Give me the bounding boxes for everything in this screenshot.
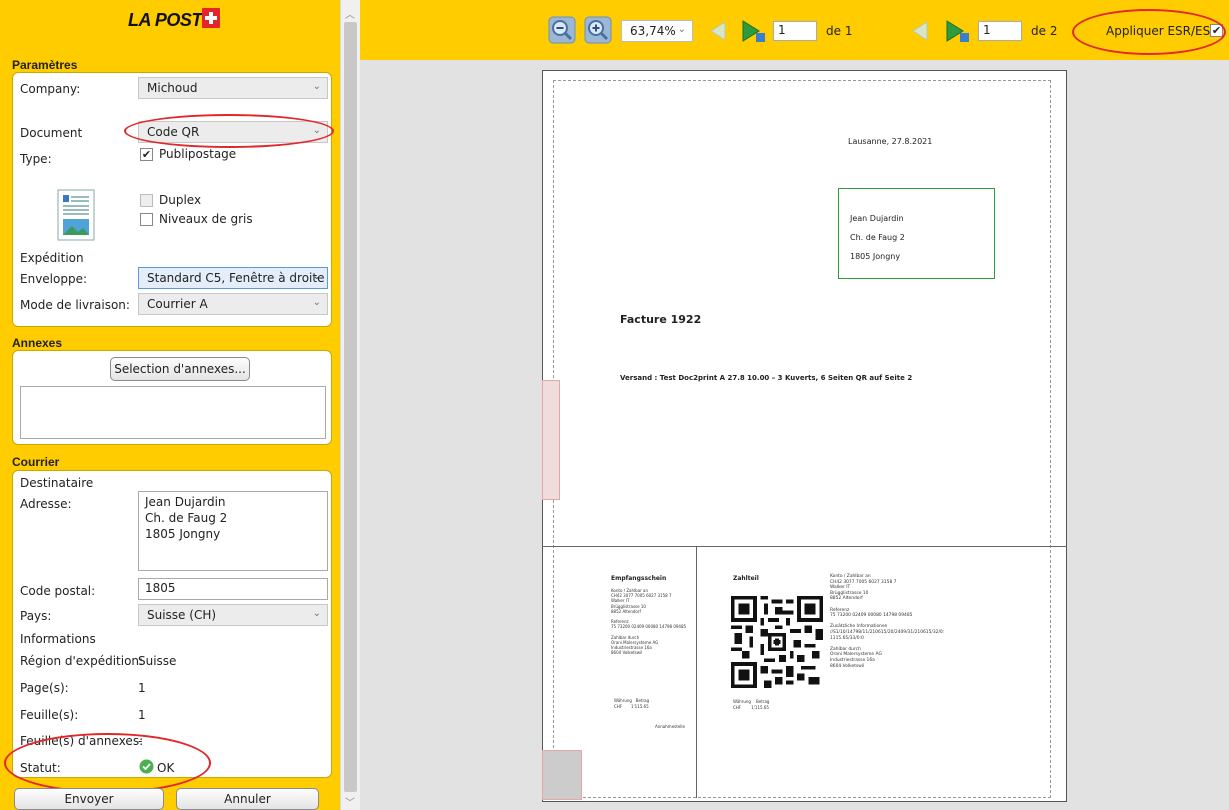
enveloppe-label: Enveloppe:: [20, 272, 88, 286]
qr-slip-separator: [542, 546, 1067, 547]
margin-marker-bottom: [542, 750, 582, 800]
niveaux-de-gris-label: Niveaux de gris: [159, 212, 253, 226]
adresse-label: Adresse:: [20, 497, 72, 511]
la-poste-cross-logo: [202, 8, 220, 28]
qr-slip-vertical-separator: [696, 546, 697, 798]
destinataire-label: Destinataire: [20, 476, 94, 490]
expedition-label: Expédition: [20, 251, 84, 265]
payment-details: Konto / Zahlbar an CH42 3077 7005 6027 3…: [830, 574, 945, 669]
company-select[interactable]: Michoud ⌄: [138, 77, 328, 99]
envoyer-button[interactable]: Envoyer: [14, 788, 164, 810]
left-panel-scrollbar[interactable]: ︿ ﹀: [340, 0, 360, 810]
region-value: Suisse: [138, 654, 177, 668]
payment-title: Zahlteil: [733, 575, 759, 582]
pays-label: Pays:: [20, 609, 52, 623]
letter-date: Lausanne, 27.8.2021: [848, 137, 933, 146]
next-page-icon-2[interactable]: [942, 18, 972, 44]
highlight-circle-appliquer: [1072, 9, 1226, 55]
zoom-out-icon[interactable]: [548, 16, 576, 44]
duplex-label: Duplex: [159, 193, 202, 207]
feuilles-value: 1: [138, 708, 146, 722]
code-postal-label: Code postal:: [20, 584, 96, 598]
address-line-1: Jean Dujardin: [850, 214, 904, 223]
adresse-textarea[interactable]: Jean Dujardin Ch. de Faug 2 1805 Jongny: [138, 491, 328, 571]
highlight-circle-statut: [4, 733, 211, 793]
chevron-down-icon: ⌄: [312, 608, 321, 619]
feuilles-label: Feuille(s):: [20, 708, 79, 722]
page-input-1[interactable]: 1: [773, 21, 817, 41]
mode-livraison-label: Mode de livraison:: [20, 298, 130, 312]
zoom-select[interactable]: 63,74% ⌄: [621, 20, 693, 42]
document-preview-icon: [57, 189, 95, 241]
selection-annexes-button[interactable]: Selection d'annexes...: [110, 357, 250, 381]
type-label: Type:: [20, 152, 52, 166]
mode-livraison-select[interactable]: Courrier A ⌄: [138, 293, 328, 315]
address-line-2: Ch. de Faug 2: [850, 233, 905, 242]
chevron-down-icon: ⌄: [312, 81, 321, 92]
chevron-down-icon: ⌄: [312, 271, 321, 282]
region-label: Région d'expédition:: [20, 654, 144, 668]
next-page-icon[interactable]: [738, 18, 768, 44]
page-total-2: de 2: [1031, 24, 1058, 38]
page-total-1: de 1: [826, 24, 853, 38]
payment-currency: Währung Betrag CHF 1'115.65: [733, 699, 770, 710]
informations-label: Informations: [20, 632, 96, 646]
scroll-down-icon[interactable]: ﹀: [345, 794, 355, 809]
scroll-up-icon[interactable]: ︿: [345, 6, 355, 21]
qr-code-image: [731, 596, 823, 688]
publipostage-checkbox[interactable]: ✔: [140, 148, 153, 161]
receipt-body: Konto / Zahlbar an CH42 3077 7005 6027 3…: [611, 588, 687, 656]
code-postal-input[interactable]: 1805: [138, 578, 328, 600]
duplex-checkbox[interactable]: [140, 194, 153, 207]
annexes-list[interactable]: [20, 386, 326, 439]
pages-value: 1: [138, 681, 146, 695]
previous-page-icon-2[interactable]: [905, 18, 933, 44]
company-label: Company:: [20, 82, 81, 96]
margin-marker-top: [542, 380, 560, 500]
receipt-annahme: Annahmestelle: [655, 724, 685, 729]
section-title-parametres: Paramètres: [12, 58, 78, 72]
receipt-currency: Währung Betrag CHF 1'115.65: [614, 698, 650, 709]
highlight-circle-document: [124, 114, 334, 148]
enveloppe-select[interactable]: Standard C5, Fenêtre à droite ⌄: [138, 267, 328, 289]
page-input-2[interactable]: 1: [978, 21, 1022, 41]
niveaux-de-gris-checkbox[interactable]: [140, 213, 153, 226]
zoom-in-icon[interactable]: [584, 16, 612, 44]
pages-label: Page(s):: [20, 681, 69, 695]
scrollbar-thumb[interactable]: [344, 22, 357, 792]
chevron-down-icon: ⌄: [312, 297, 321, 308]
invoice-title: Facture 1922: [620, 313, 702, 326]
document-label: Document: [20, 126, 83, 140]
publipostage-label: Publipostage: [159, 147, 237, 161]
chevron-down-icon: ⌄: [677, 24, 686, 35]
previous-page-icon[interactable]: [703, 18, 731, 44]
address-line-3: 1805 Jongny: [850, 252, 901, 261]
receipt-title: Empfangsschein: [611, 575, 667, 582]
versand-line: Versand : Test Doc2print A 27.8 10.00 – …: [620, 374, 913, 382]
section-title-courrier: Courrier: [12, 455, 60, 469]
annuler-button[interactable]: Annuler: [176, 788, 319, 810]
section-title-annexes: Annexes: [12, 336, 63, 350]
pays-select[interactable]: Suisse (CH) ⌄: [138, 604, 328, 626]
